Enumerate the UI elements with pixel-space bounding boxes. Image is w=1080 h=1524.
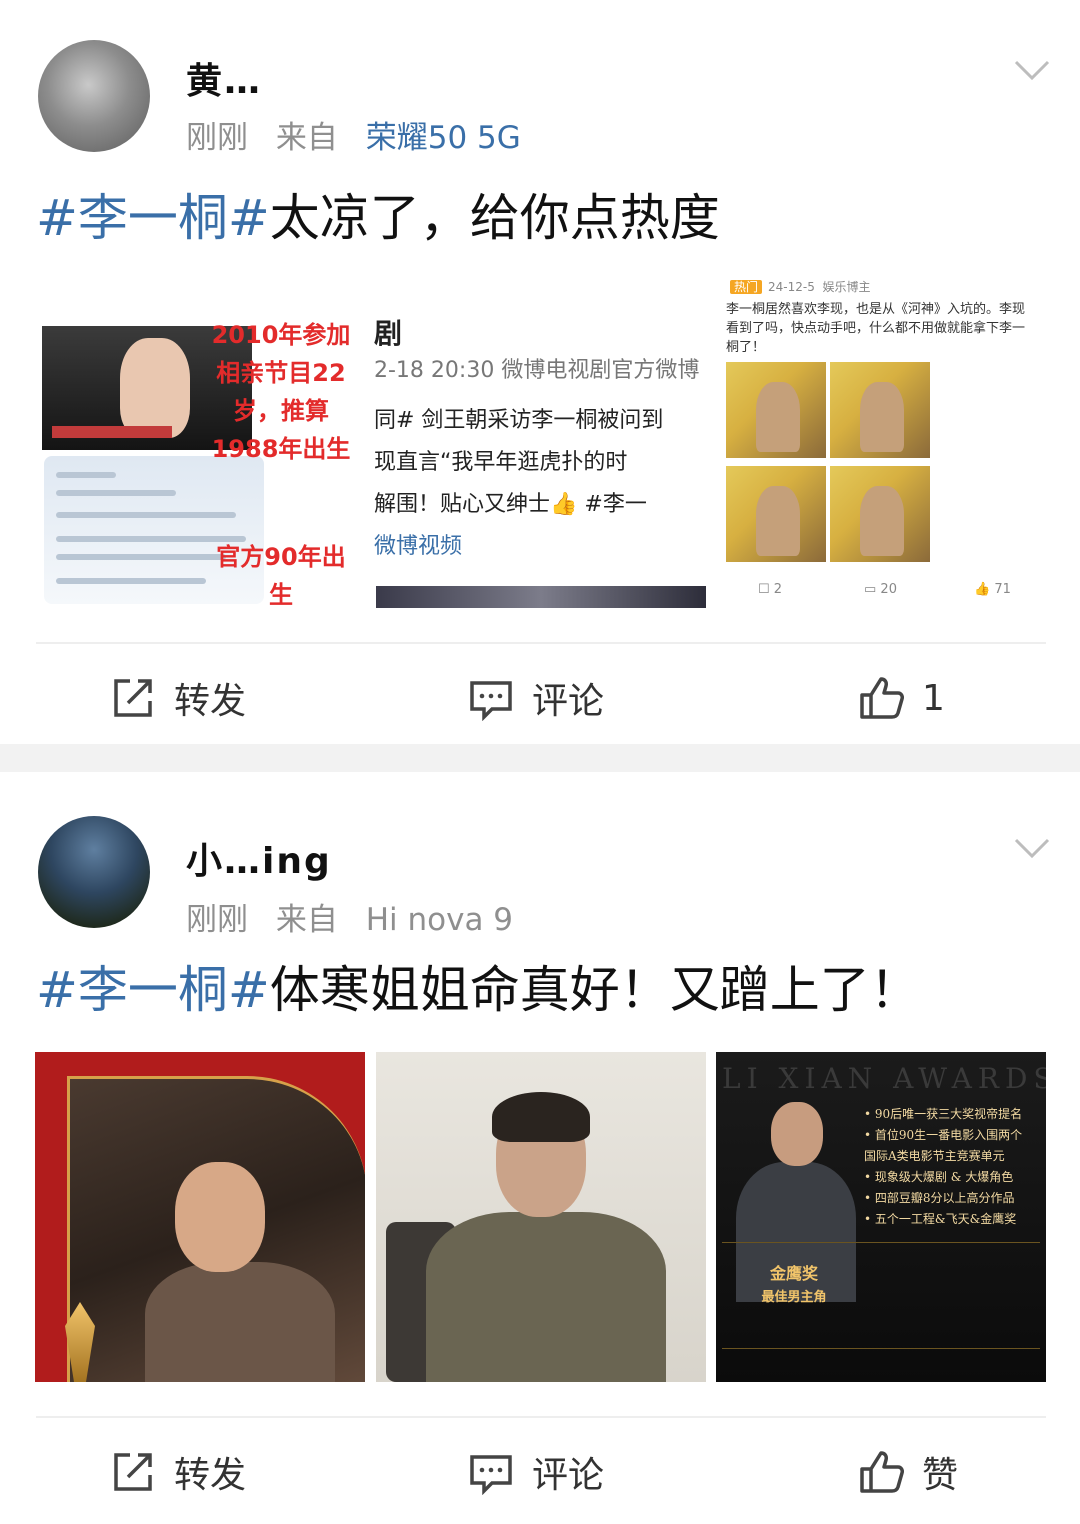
like-label: 赞 — [922, 1455, 959, 1496]
avatar[interactable] — [38, 816, 150, 928]
repost-button[interactable]: 转发 — [110, 1444, 246, 1500]
comment-label: 评论 — [532, 1455, 605, 1496]
post-meta: 刚刚 来自 Hi nova 9 — [186, 894, 513, 939]
username[interactable]: 小…ing — [186, 832, 332, 884]
awards-list: • 90后唯一获三大奖视帝提名 • 首位90生一番电影入围两个 国际A类电影节主… — [864, 1107, 1023, 1226]
photo-tile — [830, 466, 930, 562]
post-image-1[interactable]: 2010年参加相亲节目22岁，推算1988年出生 官方90年出生 — [40, 316, 356, 606]
thumbs-up-icon — [860, 677, 904, 719]
action-bar: 转发 评论 1 — [36, 642, 1046, 746]
repost-label: 转发 — [174, 681, 247, 722]
hashtag-link[interactable]: #李一桐# — [36, 961, 270, 1019]
comment-icon — [470, 681, 512, 721]
video-strip — [376, 586, 706, 608]
repost-label: 转发 — [174, 1455, 247, 1496]
screenshot-line: 解围！贴心又绅士👍 #李一 — [374, 492, 647, 517]
post-meta: 刚刚 来自 荣耀50 5G — [186, 112, 521, 157]
annotation-text: 官方90年出生 — [216, 543, 346, 606]
post-image-2[interactable]: 剧 2-18 20:30 微博电视剧官方微博 同# 剑王朝采访李一桐被问到 现直… — [374, 282, 708, 608]
device-source[interactable]: 荣耀50 5G — [366, 120, 521, 156]
weibo-post: 小…ing 刚刚 来自 Hi nova 9 #李一桐#体寒姐姐命真好！又蹭上了！… — [0, 772, 1080, 1524]
post-image-3[interactable]: 热门 24-12-5 娱乐博主 李一桐居然喜欢李现，也是从《河神》入坑的。李现看到… — [724, 270, 1044, 608]
comment-icon — [470, 1455, 512, 1495]
comment-label: 评论 — [532, 681, 605, 722]
annotation-text: 2010年参加相亲节目22岁，推算1988年出生 — [211, 321, 351, 463]
repost-icon — [114, 1453, 152, 1491]
comment-button[interactable]: 评论 — [468, 670, 604, 726]
photo-tile — [830, 362, 930, 458]
screenshot-line: 微博视频 — [374, 534, 463, 559]
source-prefix: 来自 — [275, 902, 338, 938]
post-text: #李一桐#体寒姐姐命真好！又蹭上了！ — [36, 960, 920, 1020]
post-time: 刚刚 — [186, 120, 248, 156]
post-image-1[interactable] — [35, 1052, 365, 1382]
post-text: #李一桐#太凉了，给你点热度 — [36, 188, 720, 248]
post-image-3[interactable]: LI XIAN AWARDS • 90后唯一获三大奖视帝提名 • 首位90生一番… — [716, 1052, 1046, 1382]
like-count: 1 — [922, 677, 945, 719]
award-block: 金鹰奖 最佳男主角 — [761, 1264, 827, 1305]
device-source[interactable]: Hi nova 9 — [366, 902, 513, 938]
post-body: 体寒姐姐命真好！又蹭上了！ — [269, 961, 920, 1019]
screenshot-line: 同# 剑王朝采访李一桐被问到 — [374, 408, 664, 433]
like-button[interactable]: 1 — [858, 670, 945, 726]
feed-divider — [0, 744, 1080, 772]
photo-tile — [726, 362, 826, 458]
chevron-down-icon[interactable] — [1012, 828, 1052, 868]
chevron-down-icon[interactable] — [1012, 50, 1052, 90]
repost-icon — [114, 679, 152, 717]
username[interactable]: 黄… — [186, 52, 262, 104]
screenshot-line: 现直言“我早年逛虎扑的时 — [374, 450, 628, 475]
post-image-2[interactable] — [376, 1052, 706, 1382]
screenshot-header: 热门 24-12-5 娱乐博主 — [724, 278, 871, 295]
screenshot-title: 剧 — [374, 317, 403, 350]
source-prefix: 来自 — [275, 120, 338, 156]
comment-button[interactable]: 评论 — [468, 1444, 604, 1500]
repost-button[interactable]: 转发 — [110, 670, 246, 726]
screenshot-meta: 2-18 20:30 微博电视剧官方微博 — [374, 358, 700, 383]
hashtag-link[interactable]: #李一桐# — [36, 189, 270, 247]
post-body: 太凉了，给你点热度 — [269, 189, 720, 247]
avatar[interactable] — [38, 40, 150, 152]
weibo-post: 黄… 刚刚 来自 荣耀50 5G #李一桐#太凉了，给你点热度 2010年参加相… — [0, 0, 1080, 744]
action-bar: 转发 评论 赞 — [36, 1416, 1046, 1520]
post-time: 刚刚 — [186, 902, 248, 938]
awards-banner: LI XIAN AWARDS — [722, 1062, 1046, 1095]
like-button[interactable]: 赞 — [858, 1444, 958, 1500]
photo-tile — [726, 466, 826, 562]
thumbs-up-icon — [860, 1451, 904, 1493]
screenshot-text: 李一桐居然喜欢李现，也是从《河神》入坑的。李现看到了吗，快点动手吧，什么都不用做… — [726, 302, 1026, 355]
